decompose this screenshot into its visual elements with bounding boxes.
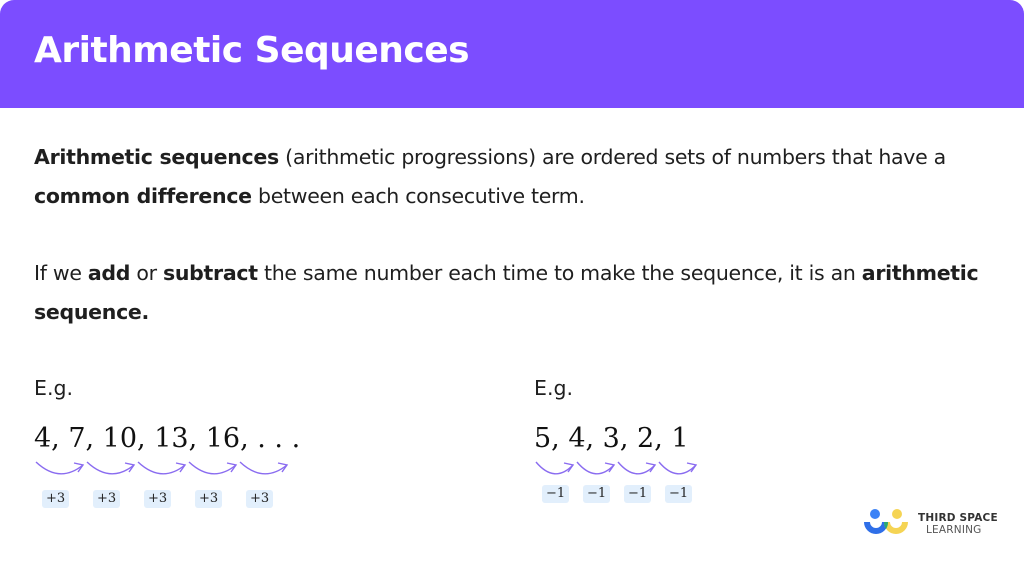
- difference-badge: −1: [665, 485, 693, 503]
- difference-badge: −1: [542, 485, 570, 503]
- logo-wordmark: THIRD SPACE LEARNING: [918, 512, 998, 536]
- difference-arrow: [658, 461, 698, 475]
- difference-arrow: [617, 461, 657, 475]
- difference-badge: −1: [624, 485, 652, 503]
- difference-arrow: [576, 461, 616, 475]
- logo-line-1: THIRD SPACE: [918, 512, 998, 524]
- logo-line-2: LEARNING: [926, 524, 982, 536]
- difference-arrow: [535, 461, 575, 475]
- example-2-arrows: [535, 461, 698, 475]
- difference-badge: −1: [583, 485, 611, 503]
- third-space-learning-logo-icon: [864, 509, 908, 534]
